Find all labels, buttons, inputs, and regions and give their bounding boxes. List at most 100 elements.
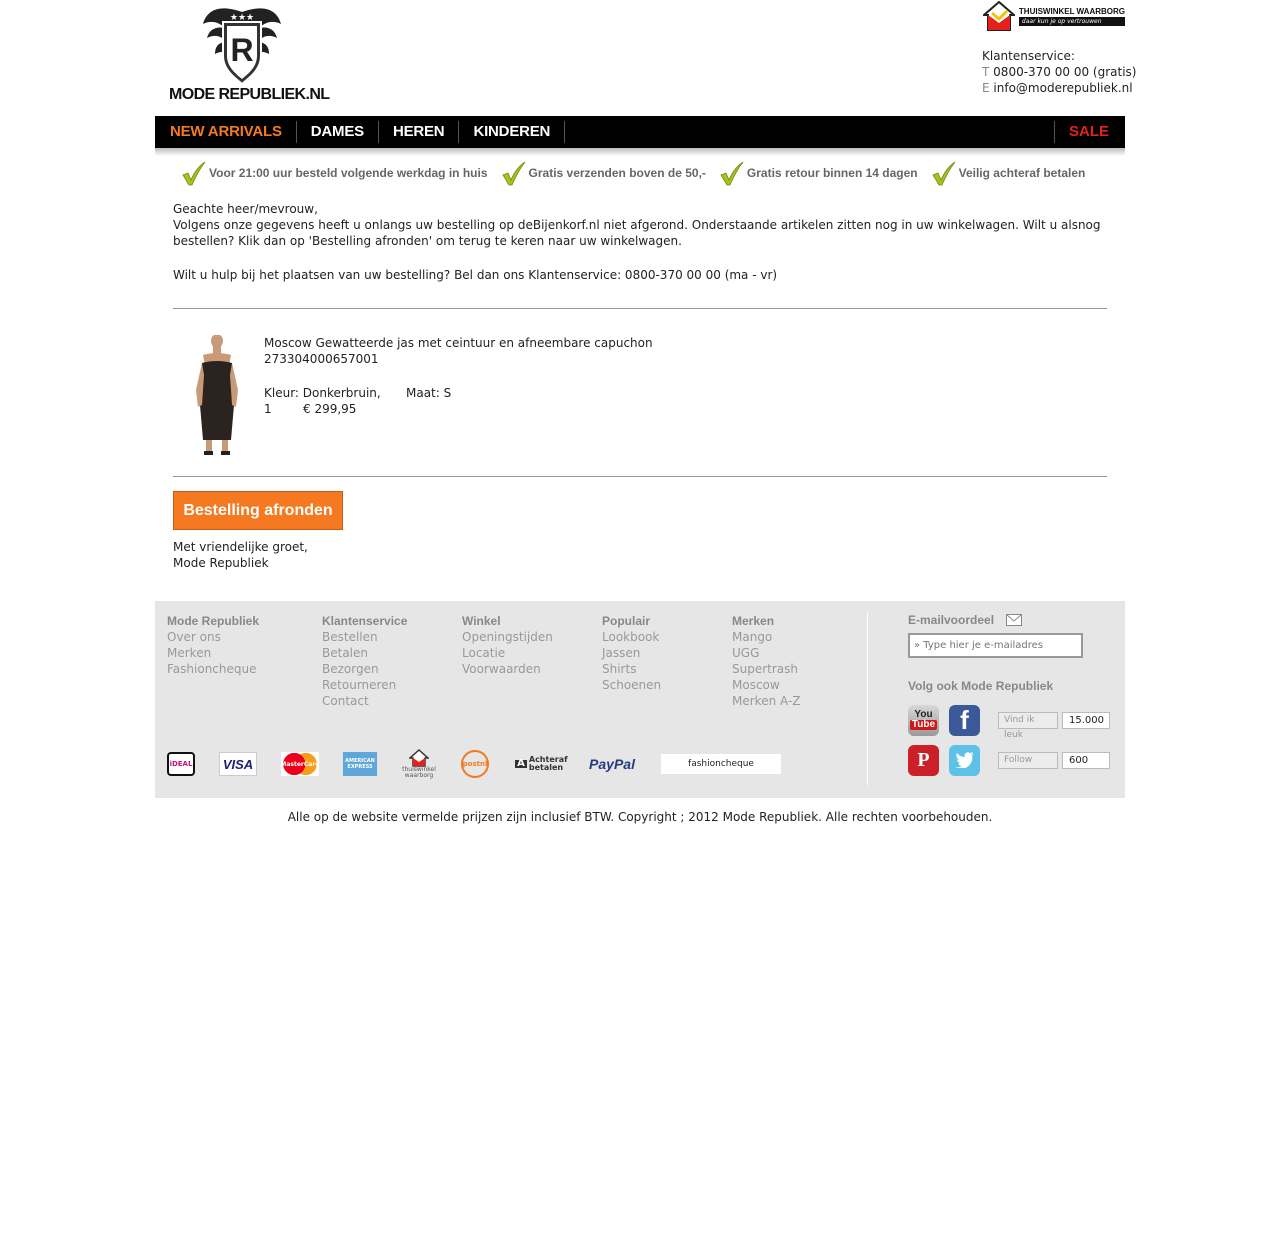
checkmark-icon xyxy=(720,161,744,186)
product-image[interactable] xyxy=(173,335,264,455)
footer-link[interactable]: Supertrash xyxy=(732,661,801,677)
footer-link[interactable]: Bestellen xyxy=(322,629,407,645)
product-name[interactable]: Moscow Gewatteerde jas met ceintuur en a… xyxy=(264,335,653,351)
main-navigation: NEW ARRIVALS DAMES HEREN KINDEREN SALE xyxy=(155,116,1125,148)
house-check-icon xyxy=(982,1,1015,31)
footer-heading: Klantenservice xyxy=(322,614,408,628)
footer-link[interactable]: Schoenen xyxy=(602,677,661,693)
footer-link[interactable]: Mango xyxy=(732,629,801,645)
fashioncheque-icon: fashioncheque xyxy=(661,754,781,774)
twitter-follow-button[interactable]: Follow xyxy=(998,751,1058,769)
footer-link[interactable]: Betalen xyxy=(322,645,407,661)
svg-text:★★★: ★★★ xyxy=(230,13,254,23)
page-wrapper: ★★★ R MODE REPUBLIEK.NL THUISWINKEL WAAR… xyxy=(155,0,1137,824)
nav-sale[interactable]: SALE xyxy=(1053,121,1125,143)
pinterest-icon[interactable]: P xyxy=(908,744,939,776)
footer-link[interactable]: UGG xyxy=(732,645,801,661)
product-quantity: 1 xyxy=(264,402,272,416)
usp-bar: Voor 21:00 uur besteld volgende werkdag … xyxy=(155,156,1125,190)
youtube-label-2: Tube xyxy=(909,719,938,730)
social-links: You Tube f Vind ik leuk 15.000 P Follow … xyxy=(908,700,1118,780)
footer-link[interactable]: Jassen xyxy=(602,645,661,661)
footer-link[interactable]: Fashioncheque xyxy=(167,661,259,677)
payment-methods: iDEAL VISA MasterCard AMERICAN EXPRESS t… xyxy=(167,747,805,781)
nav-shadow xyxy=(155,148,1125,156)
nav-kinderen[interactable]: KINDEREN xyxy=(459,121,566,143)
dress-image-icon xyxy=(196,335,238,455)
nav-dames[interactable]: DAMES xyxy=(297,121,379,143)
facebook-icon[interactable]: f xyxy=(949,704,980,736)
product-price: € 299,95 xyxy=(303,402,357,416)
footer-heading: Populair xyxy=(602,614,651,628)
footer-link[interactable]: Locatie xyxy=(462,645,553,661)
footer-link[interactable]: Merken xyxy=(167,645,259,661)
thuiswinkel-label: thuiswinkel waarborg xyxy=(402,766,436,779)
service-phone[interactable]: 0800-370 00 00 (gratis) xyxy=(993,65,1136,79)
achteraf-label: Achteraf betalen xyxy=(528,755,568,772)
newsletter: E-mailvoordeel xyxy=(908,613,1083,658)
usp-text: Gratis retour binnen 14 dagen xyxy=(746,166,918,180)
checkmark-icon xyxy=(501,161,525,186)
footer-column-klantenservice: Klantenservice Bestellen Betalen Bezorge… xyxy=(322,613,407,709)
trust-title: THUISWINKEL WAARBORG xyxy=(1018,6,1125,16)
checkmark-icon xyxy=(182,161,206,186)
footer-link[interactable]: Shirts xyxy=(602,661,661,677)
footer-link[interactable]: Retourneren xyxy=(322,677,407,693)
footer-link[interactable]: Lookbook xyxy=(602,629,661,645)
footer-link[interactable]: Openingstijden xyxy=(462,629,553,645)
phone-prefix: T xyxy=(982,65,990,79)
thuiswinkel-badge[interactable]: THUISWINKEL WAARBORG daar kun je op vert… xyxy=(982,1,1125,31)
footer-heading: Winkel xyxy=(462,614,501,628)
twitter-follow-count: 600 xyxy=(1062,751,1110,769)
achteraf-betalen-icon: A Achteraf betalen xyxy=(513,755,568,773)
site-logo[interactable]: ★★★ R MODE REPUBLIEK.NL xyxy=(169,0,330,108)
twitter-icon[interactable] xyxy=(949,744,980,776)
product-size: Maat: S xyxy=(406,386,452,400)
header: ★★★ R MODE REPUBLIEK.NL THUISWINKEL WAAR… xyxy=(155,0,1137,116)
footer-column-winkel: Winkel Openingstijden Locatie Voorwaarde… xyxy=(462,613,553,677)
footer-column-populair: Populair Lookbook Jassen Shirts Schoenen xyxy=(602,613,661,693)
footer-link[interactable]: Bezorgen xyxy=(322,661,407,677)
copyright: Alle op de website vermelde prijzen zijn… xyxy=(287,810,993,824)
footer-link[interactable]: Voorwaarden xyxy=(462,661,553,677)
facebook-like: Vind ik leuk 15.000 xyxy=(998,711,1110,740)
usp-item: Veilig achteraf betalen xyxy=(931,160,1086,186)
greeting-line: Met vriendelijke groet, xyxy=(173,540,308,554)
footer-link[interactable]: Moscow xyxy=(732,677,801,693)
logo-letter: R xyxy=(230,32,254,68)
salutation: Geachte heer/mevrouw, xyxy=(173,202,318,216)
product-sku: 273304000657001 xyxy=(264,352,379,366)
facebook-like-button[interactable]: Vind ik leuk xyxy=(998,711,1058,740)
newsletter-email-input[interactable] xyxy=(908,633,1083,658)
footer-link[interactable]: Contact xyxy=(322,693,407,709)
product-color: Kleur: Donkerbruin, xyxy=(264,386,381,400)
follow-heading: Volg ook Mode Republiek xyxy=(908,679,1054,693)
signature: Mode Republiek xyxy=(173,556,269,570)
logo-text: MODE REPUBLIEK.NL xyxy=(169,86,330,103)
footer-heading: Merken xyxy=(732,614,775,628)
complete-order-button[interactable]: Bestelling afronden xyxy=(173,491,343,530)
usp-item: Voor 21:00 uur besteld volgende werkdag … xyxy=(181,160,488,186)
ideal-icon: iDEAL xyxy=(167,752,195,776)
checkmark-icon xyxy=(932,161,955,186)
thuiswinkel-icon: thuiswinkel waarborg xyxy=(401,747,437,781)
footer-column-mode-republiek: Mode Republiek Over ons Merken Fashionch… xyxy=(167,613,259,677)
newsletter-heading: E-mailvoordeel xyxy=(908,613,995,627)
intro-text: Geachte heer/mevrouw, Volgens onze gegev… xyxy=(173,201,1107,249)
nav-heren[interactable]: HEREN xyxy=(379,121,460,143)
usp-text: Voor 21:00 uur besteld volgende werkdag … xyxy=(209,166,488,180)
twitter-follow: Follow 600 xyxy=(998,751,1110,769)
footer: Mode Republiek Over ons Merken Fashionch… xyxy=(155,601,1125,798)
envelope-icon xyxy=(1006,614,1023,626)
nav-new-arrivals[interactable]: NEW ARRIVALS xyxy=(155,121,297,143)
amex-icon: AMERICAN EXPRESS xyxy=(343,752,377,776)
youtube-icon[interactable]: You Tube xyxy=(908,704,939,736)
email-prefix: E xyxy=(982,81,990,95)
achteraf-logo-mark: A xyxy=(515,758,527,769)
service-email[interactable]: info@moderepubliek.nl xyxy=(993,81,1132,95)
twitter-bird-icon xyxy=(954,752,974,768)
facebook-like-count: 15.000 xyxy=(1062,711,1110,729)
footer-link[interactable]: Merken A-Z xyxy=(732,693,801,709)
usp-text: Veilig achteraf betalen xyxy=(958,166,1086,180)
footer-link[interactable]: Over ons xyxy=(167,629,259,645)
